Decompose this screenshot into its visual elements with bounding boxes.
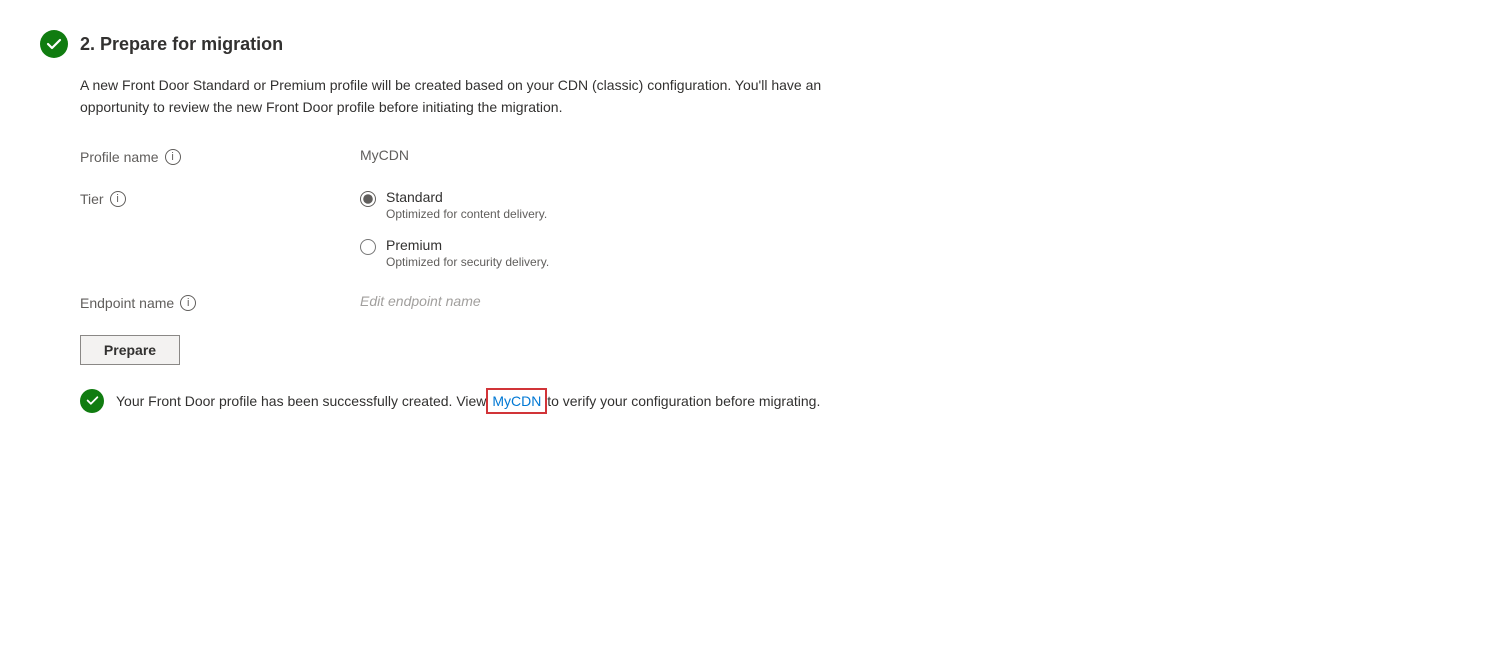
success-check-icon	[80, 389, 104, 413]
prepare-button[interactable]: Prepare	[80, 335, 180, 365]
profile-name-info-icon[interactable]: i	[165, 149, 181, 165]
step-complete-icon	[40, 30, 68, 58]
section-description: A new Front Door Standard or Premium pro…	[40, 74, 940, 119]
tier-options: Standard Optimized for content delivery.…	[360, 189, 549, 269]
standard-radio-container[interactable]	[360, 191, 376, 207]
premium-radio-container[interactable]	[360, 239, 376, 255]
profile-name-label: Profile name i	[80, 147, 360, 165]
mycdn-link[interactable]: MyCDN	[490, 392, 543, 410]
prepare-button-container: Prepare	[80, 335, 1460, 365]
premium-radio[interactable]	[360, 239, 376, 255]
section-title: 2. Prepare for migration	[80, 34, 283, 55]
section-container: 2. Prepare for migration A new Front Doo…	[40, 30, 1460, 413]
endpoint-name-label: Endpoint name i	[80, 293, 360, 311]
success-text: Your Front Door profile has been success…	[116, 393, 820, 409]
profile-name-value: MyCDN	[360, 147, 409, 163]
endpoint-name-info-icon[interactable]: i	[180, 295, 196, 311]
tier-option-standard: Standard Optimized for content delivery.	[360, 189, 549, 221]
tier-option-premium: Premium Optimized for security delivery.	[360, 237, 549, 269]
endpoint-name-value[interactable]: Edit endpoint name	[360, 293, 481, 309]
form-area: Profile name i MyCDN Tier i Standard O	[40, 147, 1460, 413]
endpoint-name-row: Endpoint name i Edit endpoint name	[80, 293, 1460, 311]
section-header: 2. Prepare for migration	[40, 30, 1460, 58]
standard-label[interactable]: Standard Optimized for content delivery.	[386, 189, 547, 221]
tier-label: Tier i	[80, 189, 360, 207]
success-message: Your Front Door profile has been success…	[80, 389, 1460, 413]
tier-row: Tier i Standard Optimized for content de…	[80, 189, 1460, 269]
profile-name-row: Profile name i MyCDN	[80, 147, 1460, 165]
standard-radio[interactable]	[360, 191, 376, 207]
tier-info-icon[interactable]: i	[110, 191, 126, 207]
premium-label[interactable]: Premium Optimized for security delivery.	[386, 237, 549, 269]
